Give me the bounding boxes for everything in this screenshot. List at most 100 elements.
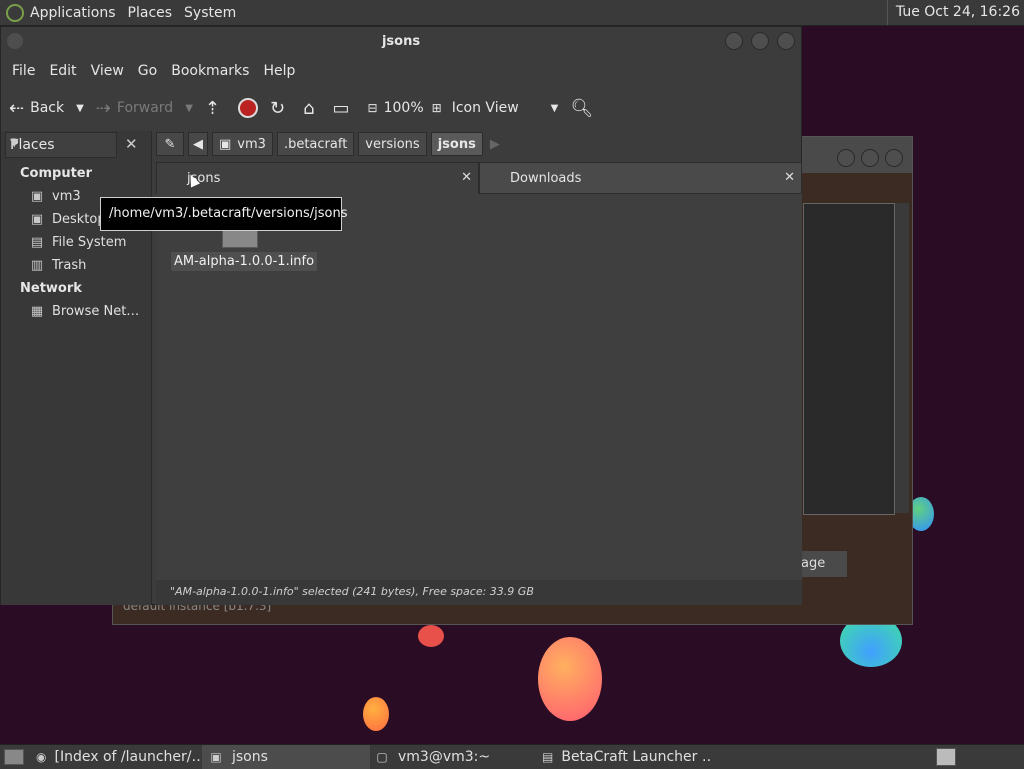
tab-label: Downloads xyxy=(510,171,582,186)
close-button[interactable] xyxy=(777,32,795,50)
stop-button[interactable] xyxy=(238,98,258,118)
reload-button[interactable]: ↻ xyxy=(270,98,291,119)
changelog-scrollbar[interactable] xyxy=(895,203,909,513)
menu-go[interactable]: Go xyxy=(131,63,164,79)
view-mode-select[interactable]: Icon View ▼ xyxy=(452,100,559,116)
java-icon: ▤ xyxy=(542,750,554,764)
close-sidebar-icon[interactable]: ✕ xyxy=(125,135,138,153)
up-button[interactable]: ⇡ xyxy=(205,98,226,119)
zoom-in-icon: ⊞ xyxy=(431,101,442,115)
zoom-out-button[interactable]: ⊟ xyxy=(368,101,378,115)
home-folder-icon: ⌂ xyxy=(303,97,315,119)
edit-location-button[interactable]: ✎ xyxy=(156,132,184,156)
task-betacraft[interactable]: ▤ BetaCraft Launcher … xyxy=(542,745,712,769)
status-text: "AM-alpha-1.0.0-1.info" selected (241 by… xyxy=(170,585,534,598)
workspace-switcher-icon[interactable] xyxy=(936,748,956,766)
sidebar-item-file-system[interactable]: ▤ File System xyxy=(29,235,127,250)
search-button[interactable]: 🔍︎ xyxy=(570,98,599,119)
task-label: BetaCraft Launcher … xyxy=(561,749,712,765)
menu-edit[interactable]: Edit xyxy=(42,63,83,79)
window-titlebar[interactable]: jsons xyxy=(1,27,801,57)
sidebar-item-browse-network[interactable]: ▦ Browse Net… xyxy=(29,304,139,319)
home-button[interactable]: ⌂ xyxy=(303,98,320,119)
back-button[interactable]: ⇠ Back ▼ xyxy=(9,98,84,119)
desktop-folder-icon: ▣ xyxy=(30,212,44,227)
sidebar-item-vm3[interactable]: ▣ vm3 xyxy=(29,189,81,204)
sidebar-section-network: Network xyxy=(20,281,82,296)
places-menu[interactable]: Places xyxy=(122,5,179,21)
minimize-button[interactable] xyxy=(837,149,855,167)
computer-button[interactable]: ▭ xyxy=(333,98,356,119)
system-menu[interactable]: System xyxy=(178,5,242,21)
up-arrow-icon: ⇡ xyxy=(204,97,220,119)
close-tab-icon[interactable]: ✕ xyxy=(784,170,795,185)
task-label: [Index of /launcher/… xyxy=(54,749,202,765)
minimize-button[interactable] xyxy=(725,32,743,50)
menu-bookmarks[interactable]: Bookmarks xyxy=(164,63,256,79)
toolbar: ⇠ Back ▼ ⇢ Forward ▼ ⇡ ↻ ⌂ ▭ ⊟ 100% ⊞ Ic… xyxy=(1,85,801,131)
maximize-button[interactable] xyxy=(751,32,769,50)
back-history-icon[interactable]: ▼ xyxy=(76,103,84,114)
sidebar-item-trash[interactable]: ▥ Trash xyxy=(29,258,87,273)
task-browser[interactable]: ◉ [Index of /launcher/… xyxy=(36,745,202,769)
zoom-level[interactable]: 100% xyxy=(384,100,424,116)
show-desktop-icon[interactable] xyxy=(4,749,24,765)
menu-file[interactable]: File xyxy=(5,63,42,79)
menubar: File Edit View Go Bookmarks Help xyxy=(1,57,801,85)
menu-help[interactable]: Help xyxy=(256,63,302,79)
sidebar-item-label: vm3 xyxy=(52,189,81,204)
file-view[interactable]: AM-alpha-1.0.0-1.info xyxy=(156,194,802,580)
pencil-icon: ✎ xyxy=(164,136,176,152)
drive-icon: ▤ xyxy=(30,235,44,250)
sidebar-item-label: Trash xyxy=(52,258,87,273)
sidebar-select[interactable]: Places ▼ xyxy=(5,132,117,158)
clock[interactable]: Tue Oct 24, 16:26 xyxy=(886,0,1024,25)
maximize-button[interactable] xyxy=(861,149,879,167)
task-label: jsons xyxy=(232,749,268,765)
tab-downloads[interactable]: Downloads ✕ xyxy=(479,162,802,194)
breadcrumb: ✎ ◀ ▣ vm3 .betacraft versions jsons ▶ xyxy=(156,131,507,157)
path-forward-button[interactable]: ▶ xyxy=(487,132,503,156)
file-icon[interactable] xyxy=(222,230,258,248)
sidebar-item-desktop[interactable]: ▣ Desktop xyxy=(29,212,106,227)
computer-icon: ▭ xyxy=(332,97,350,119)
path-item-betacraft[interactable]: .betacraft xyxy=(276,132,355,156)
taskbar: ◉ [Index of /launcher/… ▣ jsons ▢ vm3@vm… xyxy=(0,744,1024,769)
changelog-panel xyxy=(803,203,895,515)
zoom-out-icon: ⊟ xyxy=(367,101,378,115)
balloon-red xyxy=(418,625,444,647)
path-item-vm3[interactable]: ▣ vm3 xyxy=(212,132,273,156)
path-item-versions[interactable]: versions xyxy=(358,132,427,156)
task-terminal[interactable]: ▢ vm3@vm3:~ xyxy=(374,745,538,769)
sidebar-section-computer: Computer xyxy=(20,166,93,181)
chevron-right-icon: ▶ xyxy=(489,136,500,152)
top-panel: Applications Places System Tue Oct 24, 1… xyxy=(0,0,1024,26)
chrome-icon: ◉ xyxy=(36,750,47,764)
trash-icon: ▥ xyxy=(30,258,44,273)
back-arrow-icon: ⇠ xyxy=(9,97,25,119)
file-name-label[interactable]: AM-alpha-1.0.0-1.info xyxy=(171,252,318,271)
file-manager-window[interactable]: jsons File Edit View Go Bookmarks Help ⇠… xyxy=(0,26,802,605)
path-item-jsons[interactable]: jsons xyxy=(430,132,483,156)
close-button[interactable] xyxy=(885,149,903,167)
path-back-button[interactable]: ◀ xyxy=(188,132,208,156)
tab-jsons[interactable]: jsons ✕ xyxy=(156,162,479,194)
close-tab-icon[interactable]: ✕ xyxy=(461,170,472,185)
applications-menu[interactable]: Applications xyxy=(24,5,122,21)
sidebar-item-label: File System xyxy=(52,235,127,250)
network-icon: ▦ xyxy=(30,304,44,319)
distro-logo-icon[interactable] xyxy=(6,3,24,22)
forward-history-icon[interactable]: ▼ xyxy=(185,103,193,114)
view-mode-label: Icon View xyxy=(451,100,519,116)
stop-icon xyxy=(238,98,258,118)
menu-view[interactable]: View xyxy=(84,63,131,79)
forward-button[interactable]: ⇢ Forward ▼ xyxy=(96,98,193,119)
balloon-small-orange xyxy=(363,697,389,731)
task-jsons[interactable]: ▣ jsons xyxy=(202,745,370,769)
zoom-in-button[interactable]: ⊞ xyxy=(432,101,442,115)
sidebar-item-label: Browse Net… xyxy=(52,304,140,319)
change-button[interactable]: age xyxy=(801,551,847,577)
tab-tooltip: /home/vm3/.betacraft/versions/jsons xyxy=(100,197,347,231)
back-label: Back xyxy=(30,100,65,116)
home-folder-icon: ▣ xyxy=(219,136,232,152)
